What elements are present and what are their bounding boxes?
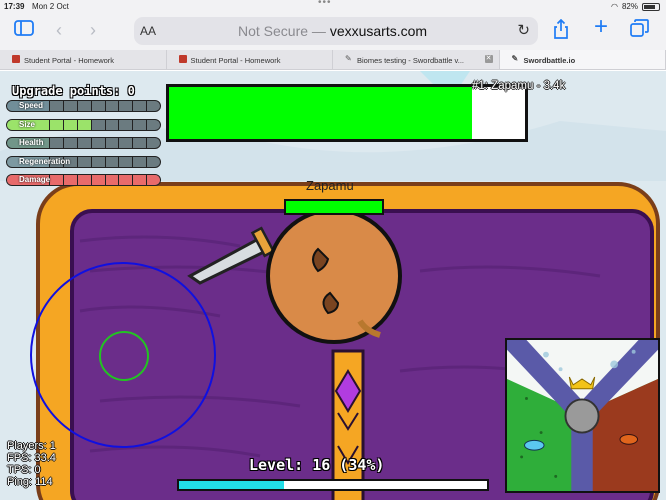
tab-label: Biomes testing - Swordbattle v...: [357, 56, 464, 65]
url-host: vexxusarts.com: [329, 23, 428, 39]
player-name: Zapamu: [306, 178, 354, 193]
tps-readout: TPS: 0: [7, 464, 41, 476]
player-body: [266, 208, 402, 344]
sidebar-icon[interactable]: [14, 19, 34, 42]
reload-icon[interactable]: ↻: [517, 21, 530, 39]
upgrade-label: Health: [19, 138, 44, 147]
player-health-bar: [284, 199, 384, 215]
upgrade-label: Speed: [19, 101, 44, 110]
forward-icon[interactable]: ›: [90, 19, 96, 41]
sword-favicon-icon: ✎: [511, 54, 519, 63]
back-icon[interactable]: ‹: [56, 19, 62, 41]
battery-percent: 82%: [621, 2, 638, 11]
minimap-player-marker: [619, 434, 639, 445]
tab-close-icon[interactable]: ✕: [484, 55, 493, 63]
ping-readout: Ping: 114: [7, 476, 53, 488]
wifi-icon: ◠: [611, 2, 618, 11]
upgrade-size[interactable]: Size: [6, 118, 161, 131]
upgrade-label: Size: [19, 119, 36, 129]
leader-progress-fill: [169, 87, 472, 139]
text-size-button[interactable]: AA: [140, 24, 156, 38]
upgrade-regeneration[interactable]: Regeneration: [6, 155, 161, 168]
battery-icon: [642, 2, 660, 11]
upgrade-label: Regeneration: [19, 156, 71, 166]
not-secure-label: Not Secure —: [238, 23, 326, 39]
ios-status-bar: 17:39 Mon 2 Oct ••• ◠ 82%: [0, 0, 666, 12]
leader-progress-bar: [166, 84, 528, 142]
upgrade-speed[interactable]: Speed: [6, 100, 161, 112]
fps-readout: FPS: 33.4: [7, 452, 56, 464]
minimap: [505, 338, 660, 493]
upgrade-segments: [49, 119, 160, 130]
tab-student-portal-1[interactable]: Student Portal - Homework: [0, 50, 167, 69]
xp-progress-bar: [177, 479, 489, 491]
upgrade-segments: [49, 138, 160, 148]
leaderboard-entry: #1: Zapamu - 3.4k: [472, 80, 566, 92]
date: Mon 2 Oct: [32, 2, 69, 11]
tab-biomes-testing[interactable]: ✎ Biomes testing - Swordbattle v... ✕: [333, 50, 500, 69]
address-bar[interactable]: AA Not Secure — vexxusarts.com ↻: [134, 17, 538, 45]
tab-swordbattle[interactable]: ✎ Swordbattle.io: [499, 50, 666, 69]
upgrade-health[interactable]: Health: [6, 137, 161, 149]
upgrade-label: Damage: [19, 175, 51, 184]
tab-label: Student Portal - Homework: [190, 56, 281, 65]
game-canvas[interactable]: Upgrade points: 0 Speed Size Health Regener…: [0, 71, 666, 500]
minimap-center: [564, 398, 600, 434]
tab-student-portal-2[interactable]: Student Portal - Homework: [167, 50, 333, 69]
upgrade-segments: [49, 101, 160, 111]
player-health-fill: [286, 201, 382, 213]
clock: 17:39: [4, 2, 25, 11]
sword-favicon-icon: ✎: [345, 54, 352, 63]
tab-bar: Student Portal - Homework Student Portal…: [0, 50, 666, 70]
upgrade-points-label: Upgrade points: 0: [12, 84, 135, 98]
multitasking-dots-icon[interactable]: •••: [318, 0, 332, 8]
tab-overview-icon[interactable]: [630, 19, 650, 42]
portal-favicon-icon: [178, 55, 187, 63]
portal-favicon-icon: [12, 55, 20, 63]
tab-label: Swordbattle.io: [523, 56, 576, 65]
upgrade-segments: [49, 175, 160, 185]
browser-toolbar: ‹ › AA Not Secure — vexxusarts.com ↻ +: [0, 12, 666, 50]
minimap-enemy-marker: [524, 439, 545, 451]
upgrade-damage[interactable]: Damage: [6, 174, 161, 186]
level-label: Level: 16 (34%): [249, 456, 385, 474]
players-count: Players: 1: [7, 440, 56, 452]
url-text: Not Secure — vexxusarts.com: [238, 23, 427, 39]
performance-stats: Players: 1 FPS: 33.4 TPS: 0 Ping: 114: [7, 440, 56, 488]
tab-label: Student Portal - Homework: [24, 56, 115, 65]
new-tab-icon[interactable]: +: [594, 15, 608, 39]
xp-progress-fill: [179, 481, 284, 489]
share-icon[interactable]: [553, 18, 569, 44]
